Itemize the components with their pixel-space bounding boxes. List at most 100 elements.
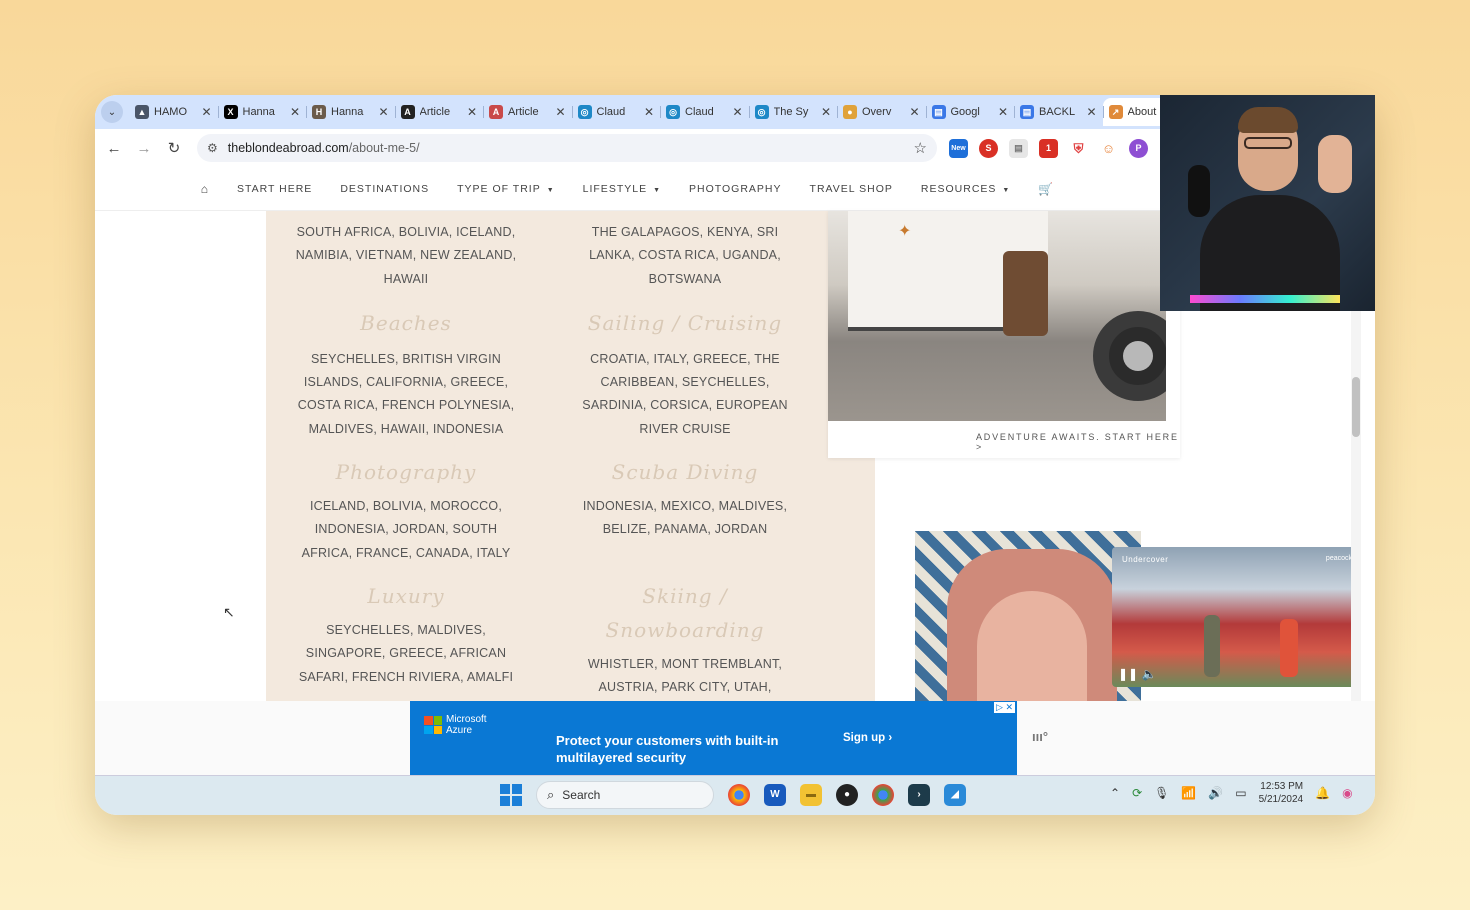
nav-start-here[interactable]: START HERE — [237, 183, 312, 195]
extension-calendar-icon[interactable]: 1 — [1039, 138, 1058, 158]
extension-red-icon[interactable]: S — [979, 138, 998, 158]
chrome-active-icon[interactable] — [872, 784, 894, 806]
word-icon[interactable]: W — [764, 784, 786, 806]
extension-doc-icon[interactable]: ▤ — [1009, 138, 1028, 158]
close-icon[interactable]: ✕ — [554, 105, 568, 119]
tab[interactable]: ▤ Googl ✕ — [925, 98, 1015, 126]
pause-icon[interactable]: ❚❚ 🔈 — [1118, 667, 1156, 681]
volume-icon[interactable]: 🔊 — [1208, 786, 1223, 800]
ad-brand-line1: Microsoft — [446, 714, 487, 725]
site-navigation: ⌂ START HERE DESTINATIONS TYPE OF TRIP ▼ … — [95, 167, 1160, 211]
nav-photography[interactable]: PHOTOGRAPHY — [689, 183, 782, 195]
video-brand-text: Undercover — [1122, 555, 1169, 564]
wifi-icon[interactable]: 📶 — [1181, 786, 1196, 800]
tab-label: Overv — [862, 106, 892, 118]
tab-favicon-icon: A — [400, 105, 415, 119]
microphone-icon[interactable]: 🎙 — [1154, 786, 1169, 800]
cart-icon[interactable]: 🛒 — [1038, 182, 1054, 196]
copilot-icon[interactable]: ◉ — [1342, 786, 1352, 800]
tab-favicon-icon: X — [223, 105, 238, 119]
terminal-icon[interactable]: › — [908, 784, 930, 806]
tab-label: Hanna — [331, 106, 364, 118]
close-icon[interactable]: ✕ — [1085, 105, 1099, 119]
tab[interactable]: A Article ✕ — [483, 98, 572, 126]
section-title: Skiing / Snowboarding — [605, 583, 765, 642]
morocco-photo — [915, 531, 1141, 701]
obs-icon[interactable]: ● — [836, 784, 858, 806]
file-explorer-icon[interactable]: ▬ — [800, 784, 822, 806]
photos-icon[interactable]: ◢ — [944, 784, 966, 806]
sync-icon[interactable]: ⟳ — [1132, 786, 1142, 800]
battery-icon[interactable]: ▭ — [1235, 786, 1246, 800]
clock-time: 12:53 PM — [1260, 781, 1304, 792]
section-title: Scuba Diving — [611, 460, 759, 485]
extensions-bar: New S ▤ 1 ⛨ ☺ P — [949, 138, 1148, 158]
tab[interactable]: ◎ Claud ✕ — [571, 98, 661, 126]
nav-resources[interactable]: RESOURCES ▼ — [921, 183, 1010, 195]
close-icon[interactable]: ✕ — [908, 105, 922, 119]
mouse-cursor-icon: ↖ — [223, 604, 235, 620]
video-ad-player[interactable]: Undercover peacock ❚❚ 🔈 — [1112, 547, 1360, 687]
tab-favicon-icon: ▲ — [135, 105, 149, 119]
forward-arrow-icon[interactable]: → — [129, 140, 159, 157]
microphone-arm — [1188, 165, 1210, 217]
taskbar-clock[interactable]: 12:53 PM 5/21/2024 — [1259, 780, 1304, 806]
tab[interactable]: X Hanna ✕ — [217, 98, 307, 126]
tab-label: Claud — [685, 106, 714, 118]
chrome-icon[interactable] — [728, 784, 750, 806]
tab[interactable]: ◎ The Sy ✕ — [748, 98, 838, 126]
nav-lifestyle[interactable]: LIFESTYLE ▼ — [583, 183, 661, 195]
azure-banner-ad[interactable]: Microsoft Azure Protect your customers wi… — [410, 701, 1017, 775]
url-path: /about-me-5/ — [348, 141, 420, 155]
notification-bell-icon[interactable]: 🔔 — [1315, 786, 1330, 800]
home-icon[interactable]: ⌂ — [201, 182, 209, 196]
tab[interactable]: A Article ✕ — [394, 98, 484, 126]
ad-signup-button[interactable]: Sign up › — [843, 732, 892, 744]
extension-person-icon[interactable]: ☺ — [1099, 138, 1118, 158]
nav-type-of-trip[interactable]: TYPE OF TRIP ▼ — [457, 183, 555, 195]
destinations-panel: SOUTH AFRICA, BOLIVIA, ICELAND, NAMIBIA,… — [266, 211, 875, 717]
jeep-photo: ✦ — [828, 211, 1166, 421]
taskbar-search[interactable]: ⌕ Search — [536, 781, 714, 809]
extension-shield-icon[interactable]: ⛨ — [1069, 138, 1088, 158]
search-placeholder: Search — [562, 788, 601, 802]
back-arrow-icon[interactable]: ← — [99, 140, 129, 157]
close-icon[interactable]: ✕ — [465, 105, 479, 119]
ad-close-icon[interactable]: ▷ ✕ — [994, 702, 1015, 713]
destination-list: INDONESIA, MEXICO, MALDIVES, BELIZE, PAN… — [582, 499, 788, 537]
ad-brand-line2: Azure — [446, 725, 473, 736]
close-icon[interactable]: ✕ — [377, 105, 391, 119]
reload-icon[interactable]: ↻ — [159, 139, 189, 157]
close-icon[interactable]: ✕ — [996, 105, 1010, 119]
adventure-caption-link[interactable]: ADVENTURE AWAITS. START HERE > — [976, 432, 1180, 452]
close-icon[interactable]: ✕ — [731, 105, 745, 119]
close-icon[interactable]: ✕ — [819, 105, 833, 119]
scrollbar-thumb[interactable] — [1352, 377, 1360, 437]
tray-chevron-icon[interactable]: ⌃ — [1110, 786, 1120, 800]
nav-destinations[interactable]: DESTINATIONS — [340, 183, 429, 195]
close-icon[interactable]: ✕ — [200, 105, 214, 119]
windows-start-icon[interactable] — [500, 784, 522, 806]
close-icon[interactable]: ✕ — [288, 105, 302, 119]
tab-favicon-icon: ▤ — [1020, 105, 1034, 119]
tab-label: Hanna — [242, 106, 275, 118]
address-bar[interactable]: ⚙ theblondeabroad.com/about-me-5/ ☆ — [197, 134, 937, 162]
close-icon[interactable]: ✕ — [642, 105, 656, 119]
tab[interactable]: ▤ BACKL ✕ — [1014, 98, 1103, 126]
tab-search-icon[interactable]: ⌄ — [101, 101, 123, 123]
section-title: Beaches — [360, 310, 452, 335]
nav-travel-shop[interactable]: TRAVEL SHOP — [810, 183, 893, 195]
site-info-icon[interactable]: ⚙ — [207, 141, 218, 155]
tab[interactable]: H Hanna ✕ — [306, 98, 395, 126]
tab[interactable]: ▲ HAMO ✕ — [129, 98, 218, 126]
tab[interactable]: ◎ Claud ✕ — [660, 98, 749, 126]
taskbar-apps: ⌕ Search W ▬ ● › ◢ — [500, 781, 966, 809]
tab-favicon-icon: H — [312, 105, 326, 119]
bookmark-star-icon[interactable]: ☆ — [914, 139, 927, 157]
webcam-overlay — [1160, 95, 1375, 311]
tab[interactable]: ● Overv ✕ — [837, 98, 926, 126]
extension-news-icon[interactable]: New — [949, 138, 968, 158]
profile-avatar-icon[interactable]: P — [1129, 138, 1148, 158]
adventure-card[interactable]: ✦ ADVENTURE AWAITS. START HERE > — [828, 211, 1180, 458]
url-text: theblondeabroad.com/about-me-5/ — [228, 141, 914, 155]
